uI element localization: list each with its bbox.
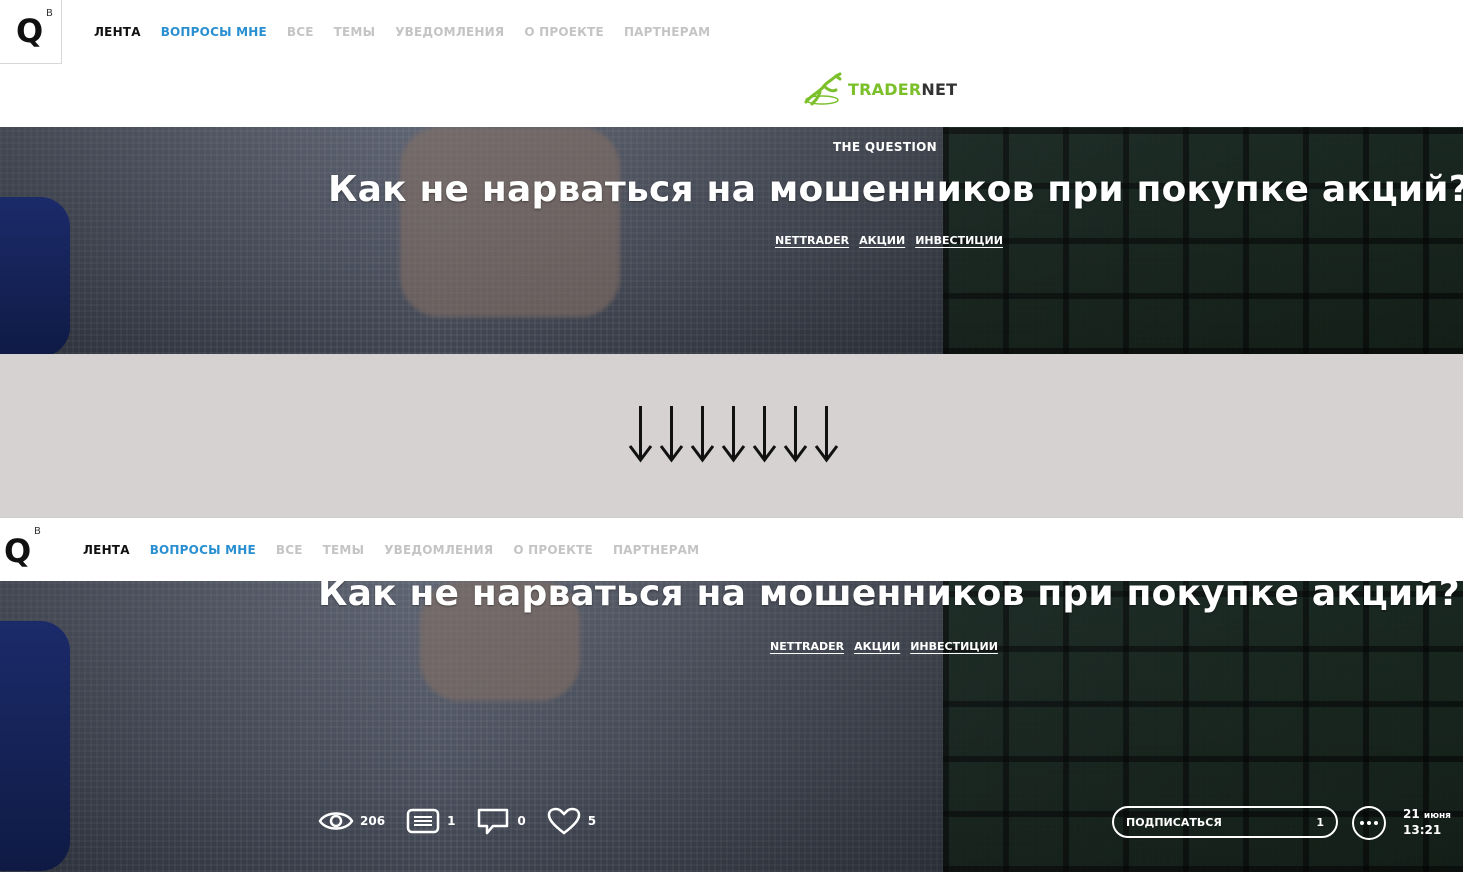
partner-name-part1: TRADER (848, 79, 922, 99)
nav-item-questions-to-me[interactable]: ВОПРОСЫ МНЕ (150, 543, 256, 557)
nav-item-feed[interactable]: ЛЕНТА (83, 543, 130, 557)
subscribe-label: ПОДПИСАТЬСЯ (1126, 815, 1222, 829)
arrow-down-icon (690, 406, 715, 463)
main-nav: ЛЕНТА ВОПРОСЫ МНЕ ВСЕ ТЕМЫ УВЕДОМЛЕНИЯ О… (83, 543, 699, 557)
views-stat: 206 (318, 806, 385, 836)
nav-item-all[interactable]: ВСЕ (287, 25, 314, 39)
chair-photo (0, 621, 70, 871)
eye-icon (318, 812, 354, 830)
comment-icon (478, 808, 509, 835)
date-time: 13:21 (1403, 822, 1442, 837)
arrow-down-icon (659, 406, 684, 463)
nav-item-notifications[interactable]: УВЕДОМЛЕНИЯ (384, 543, 493, 557)
hero-top: THE QUESTION Как не нарваться на мошенни… (0, 127, 1463, 354)
logo-letter: Q (4, 532, 32, 570)
views-count: 206 (360, 814, 386, 828)
subscribe-button[interactable]: ПОДПИСАТЬСЯ 1 (1112, 806, 1338, 838)
gecko-icon (804, 72, 842, 106)
arrow-down-icon (721, 406, 746, 463)
logo[interactable]: Q B (0, 0, 62, 64)
partner-name: TRADERNET (848, 80, 957, 99)
nav-item-notifications[interactable]: УВЕДОМЛЕНИЯ (395, 25, 504, 39)
nav-item-all[interactable]: ВСЕ (276, 543, 303, 557)
logo[interactable]: Q B (0, 518, 50, 582)
comments-stat[interactable]: 0 (475, 806, 526, 836)
likes-stat[interactable]: 5 (546, 806, 596, 836)
arrow-down-icon (752, 406, 777, 463)
date-month: июня (1423, 811, 1451, 821)
subscribe-count: 1 (1316, 815, 1324, 829)
tag-link[interactable]: NETTRADER (775, 234, 849, 247)
likes-count: 5 (587, 814, 597, 828)
post-date: 21 июня 13:21 (1403, 807, 1451, 838)
nav-item-feed[interactable]: ЛЕНТА (94, 25, 141, 39)
tag-link[interactable]: АКЦИИ (859, 234, 905, 247)
main-nav: ЛЕНТА ВОПРОСЫ МНЕ ВСЕ ТЕМЫ УВЕДОМЛЕНИЯ О… (94, 25, 710, 39)
more-options-button[interactable] (1352, 806, 1386, 840)
divider-band (0, 354, 1463, 517)
answers-icon (406, 808, 440, 834)
nav-item-partners[interactable]: ПАРТНЕРАМ (624, 25, 710, 39)
top-header: Q B ЛЕНТА ВОПРОСЫ МНЕ ВСЕ ТЕМЫ УВЕДОМЛЕН… (0, 0, 1463, 127)
comments-count: 0 (517, 814, 526, 828)
arrow-down-icon (814, 406, 839, 463)
partner-name-part2: NET (921, 79, 958, 99)
nav-item-partners[interactable]: ПАРТНЕРАМ (613, 543, 699, 557)
tag-link[interactable]: NETTRADER (770, 640, 844, 653)
arrow-down-icon (628, 406, 653, 463)
hero-bottom: Как не нарваться на мошенников при покуп… (0, 581, 1463, 872)
nav-item-topics[interactable]: ТЕМЫ (334, 25, 376, 39)
arrow-down-icon (783, 406, 808, 463)
question-title: Как не нарваться на мошенников при покуп… (328, 169, 1463, 210)
sticky-header: Q B ЛЕНТА ВОПРОСЫ МНЕ ВСЕ ТЕМЫ УВЕДОМЛЕН… (0, 517, 1463, 582)
eyebrow-label: THE QUESTION (833, 140, 937, 154)
dot-icon (1360, 821, 1364, 825)
tag-link[interactable]: ИНВЕСТИЦИИ (910, 640, 998, 653)
tag-link[interactable]: АКЦИИ (854, 640, 900, 653)
tag-link[interactable]: ИНВЕСТИЦИИ (915, 234, 1003, 247)
arrow-group (626, 404, 841, 464)
trading-screens-photo (943, 127, 1463, 354)
answers-count: 1 (447, 814, 456, 828)
hand-photo (400, 127, 620, 317)
nav-item-about[interactable]: О ПРОЕКТЕ (513, 543, 593, 557)
tag-list: NETTRADER АКЦИИ ИНВЕСТИЦИИ (770, 640, 998, 653)
logo-letter: Q (16, 12, 44, 50)
date-day: 21 (1403, 807, 1420, 821)
chair-photo (0, 197, 70, 354)
logo-superscript: B (34, 526, 41, 537)
question-title: Как не нарваться на мошенников при покуп… (318, 581, 1460, 614)
nav-item-about[interactable]: О ПРОЕКТЕ (524, 25, 604, 39)
nav-item-questions-to-me[interactable]: ВОПРОСЫ МНЕ (161, 25, 267, 39)
tag-list: NETTRADER АКЦИИ ИНВЕСТИЦИИ (775, 234, 1003, 247)
stats-bar: 206 1 0 5 (318, 806, 616, 836)
nav-item-topics[interactable]: ТЕМЫ (323, 543, 365, 557)
logo-superscript: B (46, 8, 53, 19)
dot-icon (1367, 821, 1371, 825)
heart-icon (547, 807, 581, 835)
answers-stat[interactable]: 1 (405, 806, 455, 836)
partner-logo[interactable]: TRADERNET (802, 72, 957, 106)
dot-icon (1374, 821, 1378, 825)
